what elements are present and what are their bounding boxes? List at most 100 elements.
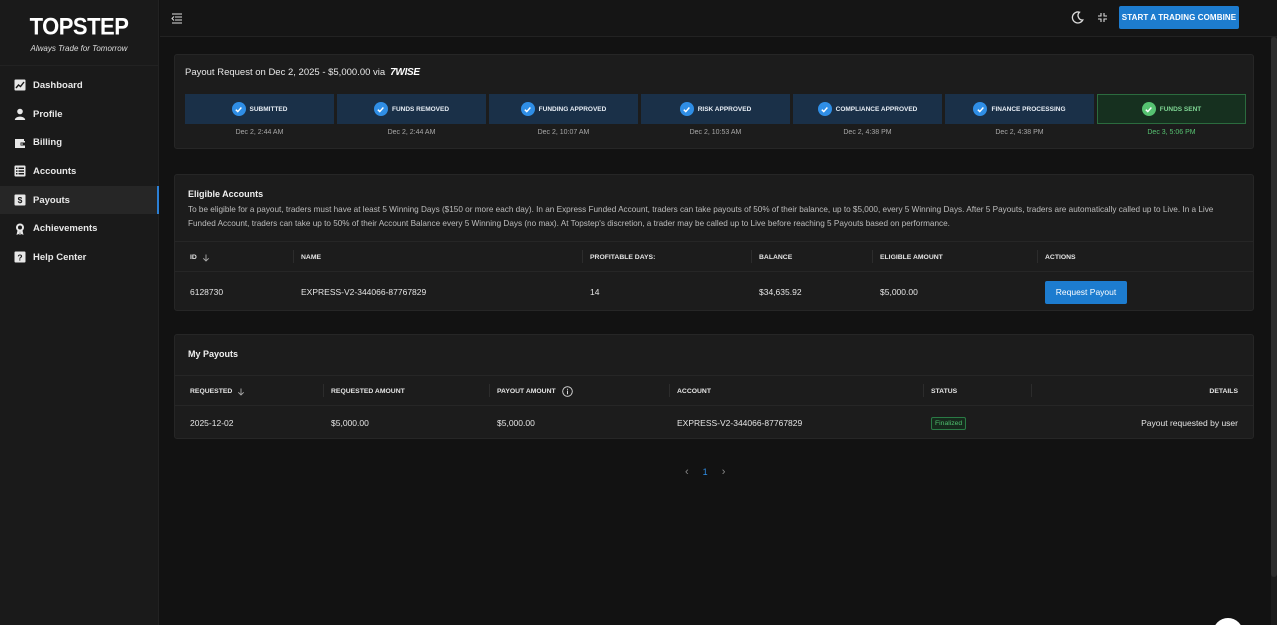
sidebar-item-payouts[interactable]: $ Payouts <box>0 185 159 215</box>
sidebar-item-label: Payouts <box>33 194 70 206</box>
eligible-accounts-card: Eligible Accounts To be eligible for a p… <box>174 174 1254 311</box>
fullscreen-icon[interactable] <box>1097 12 1108 23</box>
step-funds-sent: FUNDS SENT Dec 3, 5:06 PM <box>1097 94 1246 136</box>
sidebar-item-accounts[interactable]: Accounts <box>0 157 158 186</box>
dollar-icon: $ <box>14 194 26 206</box>
column-header-label: REQUESTED <box>190 388 233 395</box>
step-label: FUNDS SENT <box>1159 105 1202 113</box>
section-title: My Payouts <box>188 349 239 359</box>
column-header-account: ACCOUNT <box>677 388 711 395</box>
column-header-actions: ACTIONS <box>1045 254 1076 261</box>
column-divider <box>293 250 294 263</box>
column-header-eligible-amount: ELIGIBLE AMOUNT <box>880 254 943 261</box>
status-badge: Finalized <box>931 416 967 430</box>
payouts-table-header: REQUESTED REQUESTED AMOUNT PAYOUT AMOUNT… <box>175 375 1253 406</box>
cell-details: Payout requested by user <box>1141 418 1238 428</box>
table-row: 2025-12-02 $5,000.00 $5,000.00 EXPRESS-V… <box>175 407 1253 439</box>
moon-icon[interactable] <box>1071 11 1084 24</box>
sidebar-item-label: Billing <box>33 137 63 149</box>
svg-text:?: ? <box>17 253 22 263</box>
check-icon <box>973 102 988 116</box>
step-date: Dec 2, 4:38 PM <box>995 129 1044 136</box>
table-row: 6128730 EXPRESS-V2-344066-87767829 14 $3… <box>175 273 1253 311</box>
cell-payout-amount: $5,000.00 <box>497 418 535 428</box>
step-finance-processing: FINANCE PROCESSING Dec 2, 4:38 PM <box>945 94 1094 136</box>
column-divider <box>582 250 583 263</box>
column-header-id[interactable]: ID <box>190 242 210 273</box>
step-label: RISK APPROVED <box>697 105 752 113</box>
sidebar-item-label: Achievements <box>33 223 98 235</box>
sidebar-item-achievements[interactable]: Achievements <box>0 214 158 243</box>
sidebar-nav: Dashboard Profile Billing Accounts $ Pay… <box>0 71 159 272</box>
award-icon <box>14 223 26 235</box>
list-icon <box>14 165 26 177</box>
column-header-payout-amount: PAYOUT AMOUNT <box>497 376 573 407</box>
cell-actions: Request Payout <box>1045 273 1127 311</box>
page-number[interactable]: 1 <box>703 467 708 477</box>
chat-launcher-button[interactable] <box>1213 618 1243 625</box>
cell-requested: 2025-12-02 <box>190 418 234 428</box>
cell-account: EXPRESS-V2-344066-87767829 <box>677 418 803 428</box>
cell-profitable-days: 14 <box>590 287 600 297</box>
step-funding-approved: FUNDING APPROVED Dec 2, 10:07 AM <box>489 94 638 136</box>
column-header-label: PAYOUT AMOUNT <box>497 388 556 395</box>
check-icon <box>373 102 388 116</box>
chevron-left-icon[interactable]: ‹ <box>685 466 689 478</box>
column-divider <box>872 250 873 263</box>
step-label: COMPLIANCE APPROVED <box>835 105 918 113</box>
start-trading-combine-button[interactable]: START A TRADING COMBINE <box>1119 6 1239 29</box>
cell-name: EXPRESS-V2-344066-87767829 <box>301 287 427 297</box>
info-icon[interactable] <box>561 386 573 397</box>
column-header-status: STATUS <box>931 388 958 395</box>
cell-status: Finalized <box>931 407 967 439</box>
step-date: Dec 2, 10:53 AM <box>689 129 742 136</box>
brand[interactable]: TOPSTEP Always Trade for Tomorrow <box>0 0 158 66</box>
sidebar-item-label: Help Center <box>33 251 87 263</box>
sort-arrow-icon[interactable] <box>202 254 210 262</box>
column-divider <box>1037 250 1038 263</box>
payout-request-card: Payout Request on Dec 2, 2025 - $5,000.0… <box>174 54 1254 149</box>
check-icon <box>520 102 535 116</box>
payout-request-title-text: Payout Request on Dec 2, 2025 - $5,000.0… <box>185 67 386 78</box>
cell-eligible-amount: $5,000.00 <box>880 287 918 297</box>
sort-arrow-icon[interactable] <box>237 388 245 396</box>
step-date: Dec 3, 5:06 PM <box>1147 129 1196 136</box>
sidebar-item-billing[interactable]: Billing <box>0 128 158 157</box>
menu-collapse-icon[interactable] <box>171 12 183 24</box>
column-header-details: DETAILS <box>1209 388 1238 395</box>
wallet-icon <box>14 137 26 149</box>
step-label: SUBMITTED <box>249 105 288 113</box>
sidebar-item-help-center[interactable]: ? Help Center <box>0 243 158 272</box>
brand-logo[interactable]: TOPSTEP <box>30 14 129 39</box>
cell-requested-amount: $5,000.00 <box>331 418 369 428</box>
sidebar: TOPSTEP Always Trade for Tomorrow Dashbo… <box>0 0 159 625</box>
sidebar-item-profile[interactable]: Profile <box>0 100 158 129</box>
payout-progress-steps: SUBMITTED Dec 2, 2:44 AM FUNDS REMOVED D… <box>185 94 1246 136</box>
column-header-name: NAME <box>301 254 322 261</box>
column-divider <box>751 250 752 263</box>
sidebar-item-label: Profile <box>33 108 63 120</box>
column-header-balance: BALANCE <box>759 254 793 261</box>
scrollbar-thumb[interactable] <box>1271 37 1277 577</box>
payout-request-title: Payout Request on Dec 2, 2025 - $5,000.0… <box>185 67 420 78</box>
step-date: Dec 2, 2:44 AM <box>235 129 284 136</box>
step-date: Dec 2, 2:44 AM <box>387 129 436 136</box>
step-submitted: SUBMITTED Dec 2, 2:44 AM <box>185 94 334 136</box>
column-divider <box>489 384 490 397</box>
step-label: FUNDS REMOVED <box>391 105 450 113</box>
column-divider <box>323 384 324 397</box>
step-date: Dec 2, 10:07 AM <box>537 129 590 136</box>
step-date: Dec 2, 4:38 PM <box>843 129 892 136</box>
request-payout-button[interactable]: Request Payout <box>1045 280 1127 304</box>
wise-logo: 7WISE <box>390 67 420 78</box>
check-icon <box>1141 102 1156 116</box>
column-header-requested[interactable]: REQUESTED <box>190 376 245 407</box>
eligible-table-header: ID NAME PROFITABLE DAYS: BALANCE ELIGIBL… <box>175 241 1253 272</box>
cell-id: 6128730 <box>190 287 224 297</box>
help-icon: ? <box>14 251 26 263</box>
sidebar-item-dashboard[interactable]: Dashboard <box>0 71 158 100</box>
brand-tagline: Always Trade for Tomorrow <box>30 44 128 53</box>
check-icon <box>679 102 694 116</box>
chevron-right-icon[interactable]: › <box>722 466 726 478</box>
chart-line-icon <box>14 79 26 91</box>
